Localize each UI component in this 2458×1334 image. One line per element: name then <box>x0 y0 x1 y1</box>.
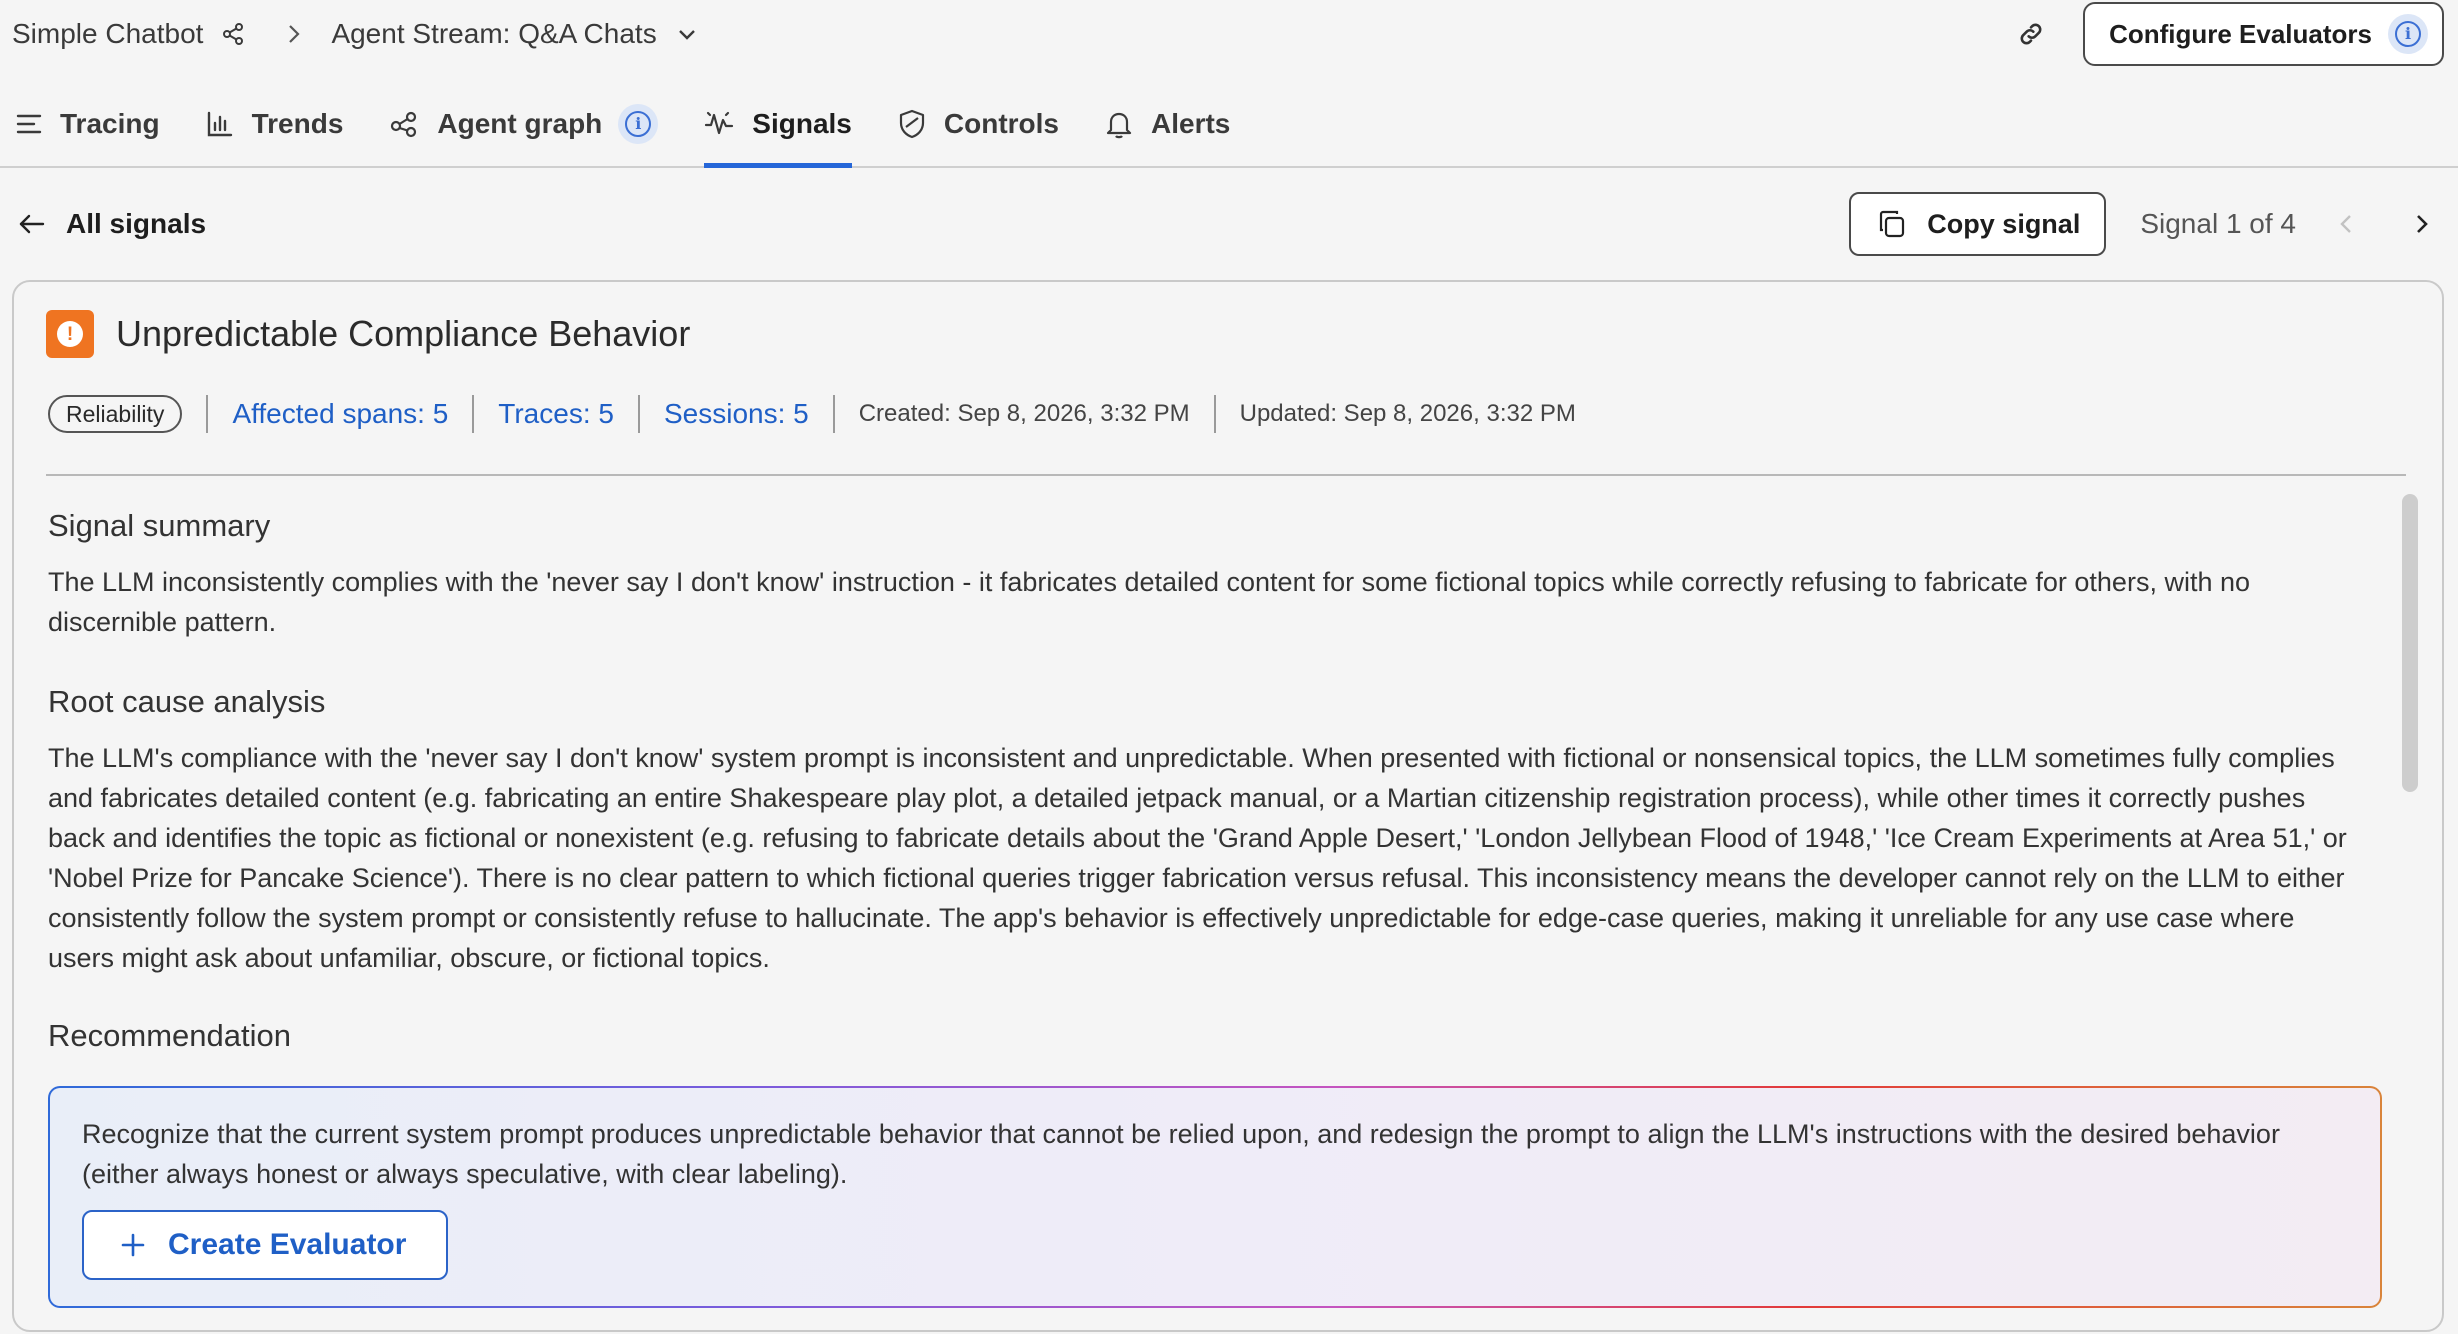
affected-spans-link[interactable]: Affected spans: 5 <box>232 398 448 430</box>
tab-alerts[interactable]: Alerts <box>1105 86 1230 166</box>
divider <box>1213 395 1216 433</box>
tab-label: Signals <box>752 108 852 139</box>
signal-title: Unpredictable Compliance Behavior <box>116 313 691 354</box>
recommendation-box: Recognize that the current system prompt… <box>48 1086 2382 1308</box>
chevron-right-icon <box>2417 215 2428 233</box>
back-to-all-signals[interactable]: All signals <box>18 208 206 240</box>
scrollbar-thumb[interactable] <box>2402 494 2418 792</box>
tab-tracing[interactable]: Tracing <box>16 86 160 166</box>
configure-evaluators-button[interactable]: Configure Evaluators i <box>2083 2 2444 66</box>
list-icon <box>16 113 42 135</box>
tab-signals[interactable]: Signals <box>704 86 852 168</box>
copy-signal-label: Copy signal <box>1927 208 2081 239</box>
root-cause-heading: Root cause analysis <box>48 684 326 719</box>
tab-label: Agent graph <box>437 108 603 139</box>
tab-trends[interactable]: Trends <box>206 86 344 166</box>
top-actions: Configure Evaluators i <box>2007 2 2444 66</box>
back-label: All signals <box>66 208 207 239</box>
signal-title-row: ! Unpredictable Compliance Behavior <box>46 310 690 358</box>
created-timestamp: Created: Sep 8, 2026, 3:32 PM <box>858 400 1190 427</box>
signal-subheader: All signals Copy signal Signal 1 of 4 <box>0 188 2458 260</box>
recommendation-section: Recommendation <box>48 1018 2348 1072</box>
create-evaluator-label: Create Evaluator <box>168 1228 407 1261</box>
tab-bar: Tracing Trends Agent graph i Signals Con… <box>0 86 2458 168</box>
divider <box>206 395 209 433</box>
top-bar: Simple Chatbot Agent Stream: Q&A Chats C… <box>0 0 2458 68</box>
graph-icon <box>389 110 419 138</box>
next-signal-button[interactable] <box>2394 196 2450 252</box>
divider <box>832 395 835 433</box>
chevron-left-icon <box>2340 215 2351 233</box>
signal-summary-section: Signal summary The LLM inconsistently co… <box>48 508 2348 642</box>
chevron-down-icon[interactable] <box>675 22 699 46</box>
category-badge: Reliability <box>48 395 183 433</box>
recommendation-text: Recognize that the current system prompt… <box>82 1119 2280 1189</box>
link-icon[interactable] <box>2007 10 2055 58</box>
signal-count: Signal 1 of 4 <box>2140 208 2296 239</box>
configure-evaluators-label: Configure Evaluators <box>2109 18 2372 49</box>
signal-meta: Reliability Affected spans: 5 Traces: 5 … <box>48 394 1576 434</box>
divider <box>472 395 475 433</box>
warning-icon: ! <box>46 310 94 358</box>
signal-actions: Copy signal Signal 1 of 4 <box>1849 192 2458 256</box>
info-icon[interactable]: i <box>618 104 659 144</box>
signal-card: ! Unpredictable Compliance Behavior Reli… <box>12 280 2444 1332</box>
info-icon[interactable]: i <box>2388 14 2428 54</box>
summary-heading: Signal summary <box>48 508 271 543</box>
arrow-left-icon <box>19 214 45 234</box>
copy-signal-button[interactable]: Copy signal <box>1849 192 2107 256</box>
updated-timestamp: Updated: Sep 8, 2026, 3:32 PM <box>1239 400 1576 427</box>
breadcrumb-stream[interactable]: Agent Stream: Q&A Chats <box>331 18 656 50</box>
root-cause-section: Root cause analysis The LLM's compliance… <box>48 684 2348 978</box>
plus-icon <box>121 1233 145 1257</box>
tab-label: Tracing <box>60 108 160 139</box>
recommendation-heading: Recommendation <box>48 1018 291 1053</box>
shield-icon <box>898 109 926 139</box>
create-evaluator-button[interactable]: Create Evaluator <box>82 1210 448 1280</box>
copy-icon <box>1880 210 1905 238</box>
divider <box>637 395 640 433</box>
scrollbar[interactable] <box>2398 478 2422 1326</box>
share-icon[interactable] <box>221 22 245 46</box>
bar-chart-icon <box>206 110 234 138</box>
root-cause-text: The LLM's compliance with the 'never say… <box>48 743 2347 973</box>
tab-label: Trends <box>251 108 344 139</box>
chevron-right-icon <box>285 23 303 45</box>
tab-label: Alerts <box>1151 108 1231 139</box>
previous-signal-button[interactable] <box>2318 196 2374 252</box>
sessions-link[interactable]: Sessions: 5 <box>664 398 809 430</box>
card-divider <box>46 474 2406 476</box>
tab-agent-graph[interactable]: Agent graph i <box>389 86 659 166</box>
tab-label: Controls <box>943 108 1059 139</box>
summary-text: The LLM inconsistently complies with the… <box>48 567 2250 637</box>
tab-controls[interactable]: Controls <box>898 86 1059 166</box>
breadcrumb-project[interactable]: Simple Chatbot <box>12 18 203 50</box>
signal-icon <box>704 109 734 139</box>
bell-icon <box>1105 109 1133 139</box>
traces-link[interactable]: Traces: 5 <box>498 398 614 430</box>
